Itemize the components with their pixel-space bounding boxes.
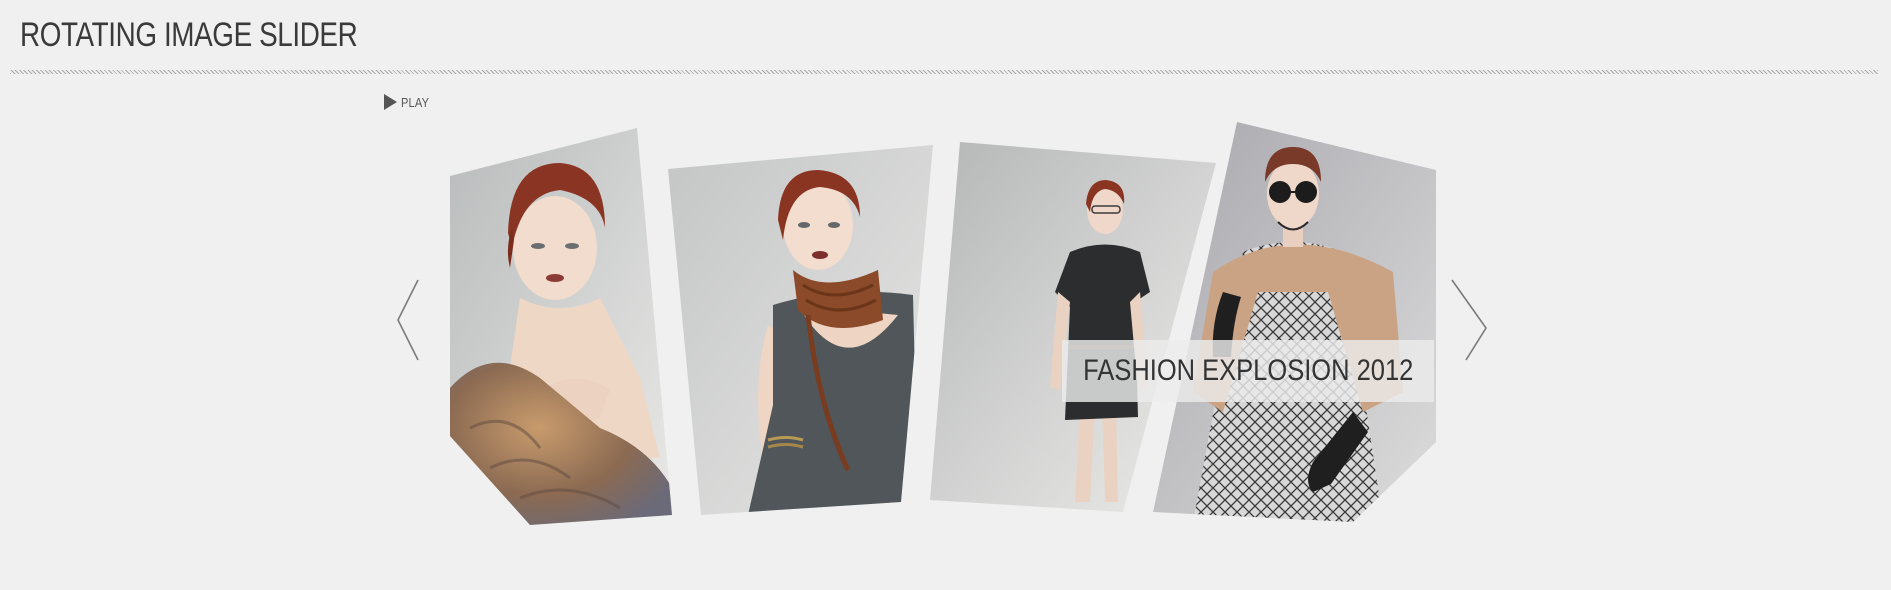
slide-image-2[interactable] xyxy=(668,145,933,515)
slide-caption: FASHION EXPLOSION 2012 xyxy=(1062,340,1434,402)
slide-photo-1 xyxy=(450,128,672,525)
page: ROTATING IMAGE SLIDER PLAY FASHION EXPLO… xyxy=(0,0,1891,590)
play-icon xyxy=(384,94,397,110)
play-label: PLAY xyxy=(401,94,430,110)
title-divider xyxy=(10,70,1878,74)
page-title: ROTATING IMAGE SLIDER xyxy=(20,16,358,54)
slide-photo-2 xyxy=(668,145,933,515)
slide-caption-text: FASHION EXPLOSION 2012 xyxy=(1082,354,1414,387)
next-slide-button[interactable] xyxy=(1450,278,1490,362)
slide-image-1[interactable] xyxy=(450,128,672,525)
chevron-right-icon xyxy=(1451,279,1487,361)
play-button[interactable]: PLAY xyxy=(384,92,434,112)
prev-slide-button[interactable] xyxy=(396,278,420,362)
chevron-left-icon xyxy=(397,279,419,361)
